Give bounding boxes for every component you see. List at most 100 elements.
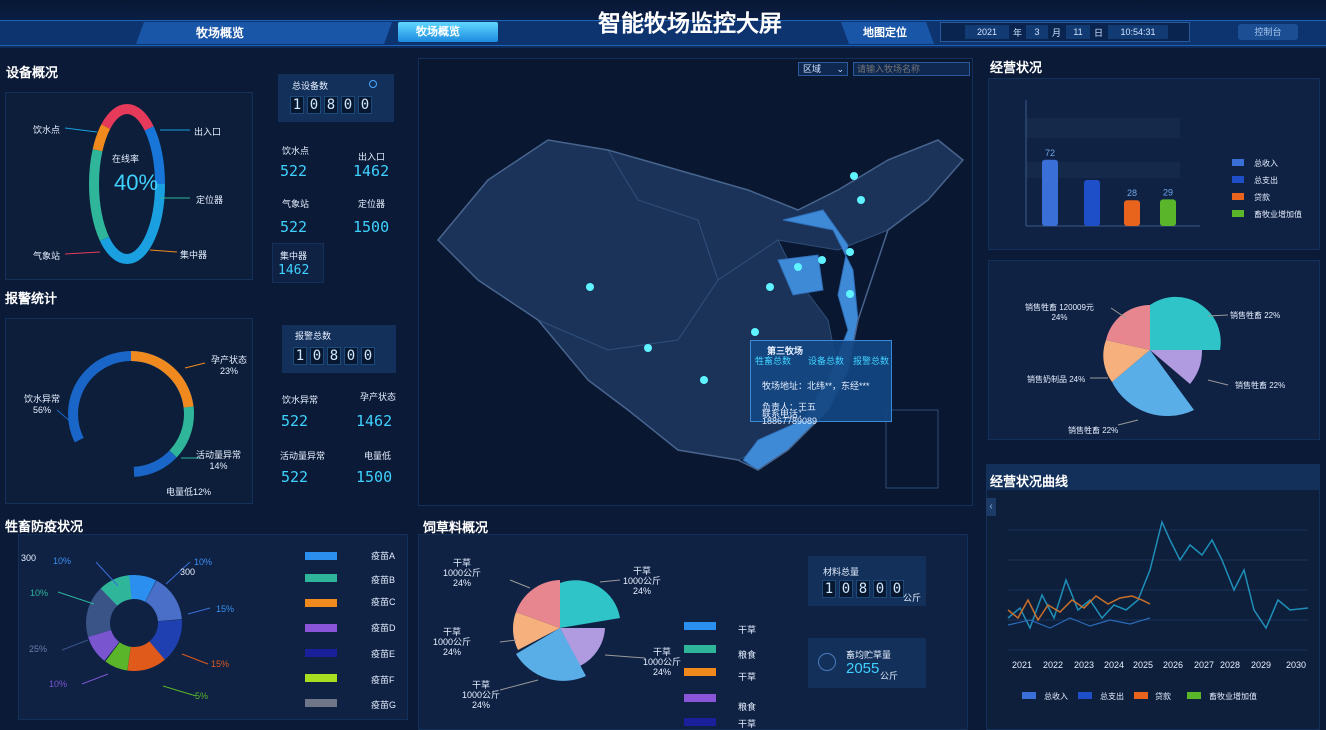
date-day: 11: [1066, 25, 1090, 39]
nav-left-1[interactable]: 牧场概览: [150, 22, 290, 44]
bar-label-2: 28: [1127, 188, 1137, 198]
legend-swatch: [1187, 692, 1201, 699]
epidemic-title: 牲畜防疫状况: [5, 519, 84, 534]
legend-swatch: [1232, 159, 1244, 166]
biz-pie-label-0: 销售牲畜 120009元 24%: [1025, 303, 1094, 322]
x-tick: 2027: [1194, 660, 1215, 670]
date-month: 3: [1026, 25, 1048, 39]
device-stat-value-3: 1500: [353, 218, 390, 236]
epidemic-legend: 疫苗A 疫苗B 疫苗C 疫苗D 疫苗E 疫苗F 疫苗G: [305, 548, 405, 718]
legend-label: 粮食: [738, 702, 757, 712]
bar-1: [1084, 180, 1100, 226]
x-tick: 2029: [1251, 660, 1272, 670]
legend-swatch: [684, 668, 716, 676]
china-map[interactable]: [418, 80, 973, 506]
biz-pie-label-1: 销售牲畜 22%: [1230, 311, 1281, 320]
region-select[interactable]: 区域 ⌄: [798, 62, 848, 76]
alarm-label-1: 活动量异常 14%: [196, 450, 242, 471]
storage-icon: [818, 653, 836, 671]
feed-label-4: 干草 1000公斤 24%: [462, 680, 501, 710]
legend-label: 疫苗A: [371, 551, 396, 561]
device-stat-label-4: 集中器: [280, 251, 308, 261]
epidemic-label-8: 25%: [29, 644, 48, 654]
epidemic-label-1: 10%: [53, 556, 72, 566]
device-total-search-icon[interactable]: [369, 80, 377, 88]
legend-label: 粮食: [738, 650, 757, 660]
map-marker: [857, 196, 865, 204]
legend-label: 疫苗G: [371, 700, 397, 710]
legend-swatch: [684, 622, 716, 630]
x-tick: 2030: [1286, 660, 1307, 670]
device-stat-value-2: 522: [280, 218, 308, 236]
x-tick: 2024: [1104, 660, 1125, 670]
curve-series-income: [1007, 519, 1309, 630]
alarm-total-digits: 10800: [293, 347, 375, 365]
legend-swatch: [1022, 692, 1036, 699]
device-center-value: 40%: [114, 170, 159, 195]
device-center-label: 在线率: [112, 154, 140, 164]
alarm-stat-label-2: 活动量异常: [280, 451, 326, 461]
feed-legend: 干草 粮食 干草 粮食 干草: [684, 620, 784, 730]
map-marker: [644, 344, 652, 352]
device-label-2: 定位器: [196, 195, 224, 205]
legend-label: 总支出: [1100, 692, 1124, 701]
legend-swatch: [1232, 210, 1244, 217]
epidemic-label-7: 10%: [49, 679, 68, 689]
legend-label: 干草: [738, 719, 757, 729]
device-total-label: 总设备数: [292, 81, 329, 91]
popup-col1: 牲畜总数: [755, 356, 792, 366]
material-digits: 10800: [822, 580, 904, 598]
map-marker: [766, 283, 774, 291]
map-marker: [751, 328, 759, 336]
legend-label: 疫苗F: [371, 675, 395, 685]
epidemic-label-3: 300: [180, 567, 196, 577]
alarm-stat-value-3: 1500: [356, 468, 393, 486]
device-title: 设备概况: [6, 65, 59, 80]
nav-left-2[interactable]: 牧场概览: [398, 21, 478, 43]
legend-swatch: [1078, 692, 1092, 699]
device-label-3: 集中器: [180, 250, 208, 260]
x-tick: 2021: [1012, 660, 1033, 670]
legend-swatch: [1232, 176, 1244, 183]
device-stat-label-3: 定位器: [358, 199, 386, 209]
curve-legend: 总收入 总支出 贷款 畜牧业增加值: [1022, 691, 1312, 705]
legend-label: 总收入: [1044, 692, 1068, 701]
material-unit: 公斤: [903, 593, 922, 603]
epidemic-label-2: 10%: [194, 557, 213, 567]
bar-0: [1042, 159, 1058, 226]
epidemic-label-0: 300: [21, 553, 37, 563]
device-stat-value-1: 1462: [353, 162, 390, 180]
popup-col3: 报警总数: [853, 356, 890, 366]
business-title: 经营状况: [990, 60, 1043, 75]
popup-address: 牧场地址：北纬**，东经***: [762, 381, 870, 391]
biz-pie-label-3: 销售牲畜 22%: [1235, 381, 1286, 390]
alarm-label-3: 饮水异常 56%: [24, 394, 61, 415]
legend-label: 疫苗D: [371, 623, 396, 633]
ranch-popup[interactable]: 第三牧场 牲畜总数 设备总数 报警总数 牧场地址：北纬**，东经*** 负责人：…: [750, 340, 892, 426]
date-time: 10:54:31: [1108, 25, 1168, 39]
map-marker: [794, 263, 802, 271]
legend-label: 畜牧业增加值: [1254, 210, 1302, 219]
date-day-unit: 日: [1094, 28, 1104, 38]
curve-x-axis: 2021 2022 2023 2024 2025 2026 2027 2028 …: [1008, 660, 1318, 674]
nav-right-1[interactable]: 地图定位: [850, 22, 920, 44]
alarm-stat-value-2: 522: [281, 468, 309, 486]
alarm-stat-value-1: 1462: [356, 412, 393, 430]
epidemic-label-6: 5%: [195, 691, 209, 701]
legend-label: 贷款: [1254, 193, 1270, 202]
south-sea-inset: [885, 409, 939, 489]
alarm-stat-label-1: 孕产状态: [360, 392, 397, 402]
biz-pie-label-4: 销售牲畜 22%: [1068, 426, 1119, 435]
control-button[interactable]: 控制台: [1238, 24, 1298, 40]
storage-value: 2055: [846, 660, 880, 677]
feed-slice-1: [560, 580, 620, 628]
x-tick: 2023: [1074, 660, 1095, 670]
x-tick: 2022: [1043, 660, 1064, 670]
ranch-search-input[interactable]: [853, 62, 970, 76]
popup-phone: 18867789089: [762, 416, 818, 426]
feed-label-3: 干草 1000公斤 24%: [433, 627, 472, 657]
bar-3: [1160, 199, 1176, 226]
map-marker: [700, 376, 708, 384]
feed-label-1: 干草 1000公斤 24%: [623, 566, 662, 596]
map-marker: [586, 283, 594, 291]
